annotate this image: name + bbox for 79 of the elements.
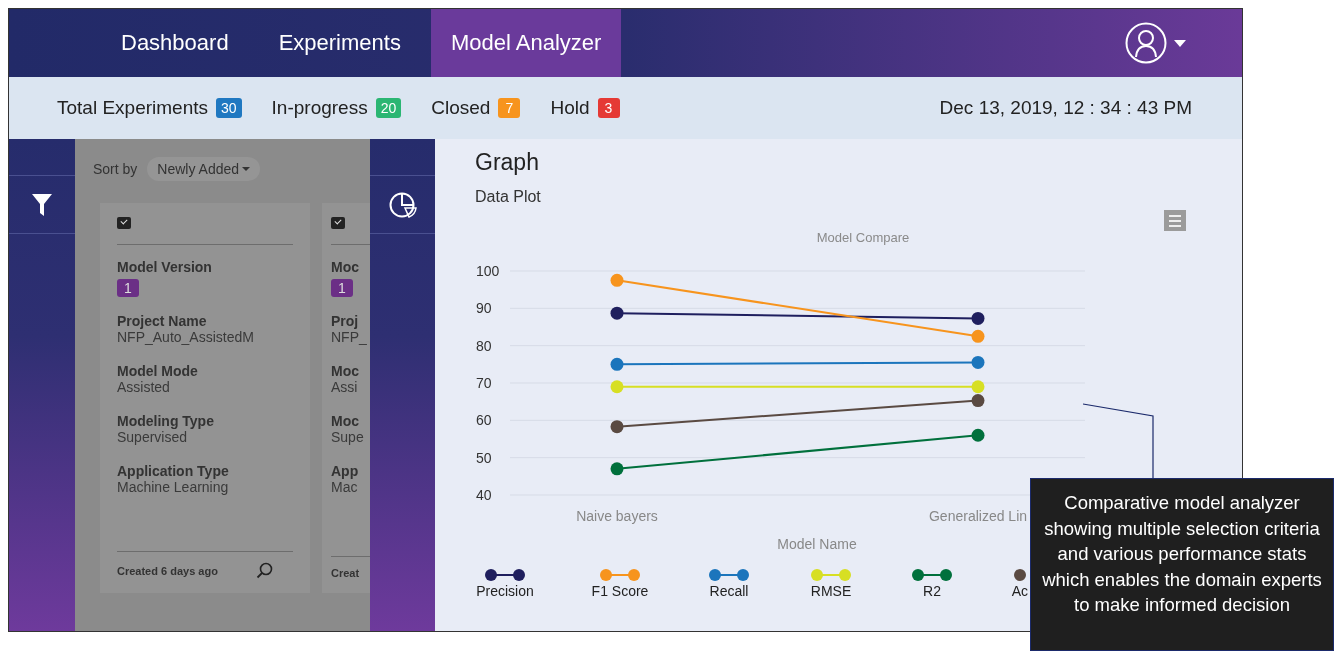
nav-tab[interactable]: Experiments bbox=[258, 9, 421, 77]
caret-icon[interactable] bbox=[1174, 39, 1186, 47]
legend-label[interactable]: Recall bbox=[709, 583, 749, 599]
data-point bbox=[971, 311, 985, 325]
data-point bbox=[971, 329, 985, 343]
data-point bbox=[971, 428, 985, 442]
field-label: Modeling Type bbox=[117, 413, 215, 429]
y-tick-label: 100 bbox=[476, 263, 500, 279]
count-badge: 3 bbox=[597, 98, 620, 118]
data-point bbox=[610, 306, 624, 320]
y-tick-label: 40 bbox=[476, 487, 492, 503]
count-badge: 7 bbox=[498, 98, 521, 118]
stat-label: Closed bbox=[431, 97, 491, 119]
model-card[interactable]: Model Version 1 Project Name NFP_Auto_AssistedM Model Mode Assisted Modeling Type Supervised Application Type Machine Learning Created 6 days ago bbox=[100, 203, 310, 593]
legend-label[interactable]: R2 bbox=[923, 583, 941, 599]
nav-tab[interactable]: Model Analyzer bbox=[430, 9, 622, 77]
y-tick-label: 80 bbox=[476, 337, 492, 354]
stat-label: In-progress bbox=[271, 97, 368, 119]
x-tick-label: Generalized Lin bbox=[928, 508, 1028, 524]
field-label: Moc bbox=[331, 259, 360, 275]
version-badge: 1 bbox=[117, 279, 139, 297]
search-icon[interactable] bbox=[256, 562, 273, 579]
data-point bbox=[610, 357, 624, 371]
field-label: Proj bbox=[331, 313, 360, 329]
data-point bbox=[610, 462, 624, 476]
legend-marker[interactable] bbox=[912, 569, 952, 581]
field-value: Machine Learning bbox=[117, 479, 230, 495]
user-avatar-icon[interactable] bbox=[1124, 21, 1168, 65]
data-point bbox=[610, 420, 624, 434]
legend-label[interactable]: Precision bbox=[476, 583, 534, 599]
stat-label: Hold bbox=[550, 97, 590, 119]
created-date: Created 6 days ago bbox=[117, 564, 218, 577]
created-date: Creat bbox=[331, 567, 360, 579]
count-badge: 30 bbox=[216, 98, 242, 118]
field-label: Model Mode bbox=[117, 363, 199, 379]
pie-chart-icon[interactable] bbox=[388, 190, 417, 219]
data-point bbox=[971, 355, 985, 369]
x-tick-label: Naive bayers bbox=[576, 508, 658, 524]
y-tick-label: 50 bbox=[476, 449, 492, 466]
field-label: Application Type bbox=[117, 463, 230, 479]
date-time: Dec 13, 2019, 12 : 34 : 43 PM bbox=[939, 97, 1192, 119]
x-axis-title: Model Name bbox=[777, 536, 857, 552]
sort-dropdown[interactable]: Newly Added bbox=[147, 157, 261, 181]
field-value: Supe bbox=[331, 429, 365, 445]
field-label: Moc bbox=[331, 413, 360, 429]
field-value: Assi bbox=[331, 379, 359, 395]
legend-label[interactable]: Ac bbox=[1011, 583, 1028, 599]
graph-title: Graph bbox=[475, 149, 540, 176]
legend-marker[interactable] bbox=[1014, 569, 1026, 581]
checkbox[interactable] bbox=[331, 217, 345, 229]
data-point bbox=[610, 380, 624, 394]
stat-label: Total Experiments bbox=[57, 97, 208, 119]
chart-title: Model Compare bbox=[816, 230, 910, 245]
sort-label: Sort by bbox=[93, 161, 138, 177]
legend-label[interactable]: F1 Score bbox=[591, 583, 649, 599]
y-tick-label: 60 bbox=[476, 412, 492, 429]
field-value: Assisted bbox=[117, 379, 171, 395]
field-label: Model Version bbox=[117, 259, 213, 275]
field-value: Mac bbox=[331, 479, 359, 495]
version-badge: 1 bbox=[331, 279, 353, 297]
callout-text: Comparative model analyzer showing multiple selection criteria and various performance stats which enables the domain experts to make informed decision bbox=[1030, 478, 1334, 651]
y-tick-label: 90 bbox=[476, 300, 492, 317]
field-value: Supervised bbox=[117, 429, 189, 445]
data-point bbox=[971, 380, 985, 394]
y-tick-label: 70 bbox=[476, 375, 492, 391]
model-card[interactable]: Moc 1 Proj NFP_ Moc Assi Moc Supe App Mac Creat bbox=[322, 203, 370, 593]
field-label: Moc bbox=[331, 363, 360, 379]
checkbox[interactable] bbox=[117, 217, 131, 229]
data-point bbox=[610, 273, 624, 287]
legend-label[interactable]: RMSE bbox=[810, 583, 852, 599]
field-label: Project Name bbox=[117, 313, 208, 329]
field-value: NFP_ bbox=[331, 329, 368, 345]
graph-subtitle: Data Plot bbox=[475, 188, 542, 206]
nav-tab[interactable]: Dashboard bbox=[101, 9, 249, 77]
filter-icon[interactable] bbox=[32, 193, 52, 216]
field-value: NFP_Auto_AssistedM bbox=[117, 329, 255, 345]
field-label: App bbox=[331, 463, 360, 479]
count-badge: 20 bbox=[375, 98, 402, 118]
data-point bbox=[971, 394, 985, 408]
